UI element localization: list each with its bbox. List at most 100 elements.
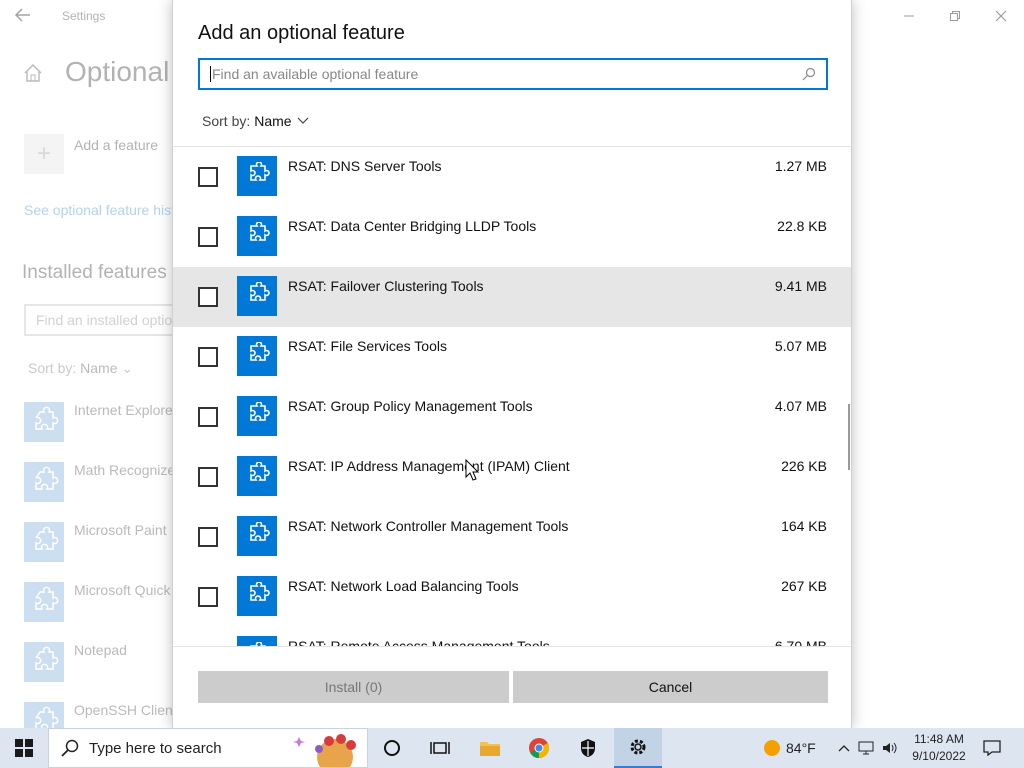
feature-history-link[interactable]: See optional feature hist	[24, 202, 175, 218]
list-scrollbar[interactable]	[848, 404, 850, 470]
taskbar-search-placeholder: Type here to search	[89, 739, 222, 757]
close-button[interactable]	[978, 4, 1024, 28]
notification-center-button[interactable]	[976, 728, 1008, 768]
feature-name: RSAT: Network Load Balancing Tools	[288, 578, 519, 594]
feature-row[interactable]: RSAT: Network Controller Management Tool…	[173, 507, 851, 567]
installed-features-heading: Installed features	[22, 262, 167, 283]
feature-search-box[interactable]	[198, 58, 828, 90]
feature-row[interactable]: RSAT: Remote Access Management Tools 6.70…	[173, 627, 851, 646]
network-icon[interactable]	[858, 741, 874, 755]
app-title: Settings	[62, 9, 106, 23]
puzzle-piece-icon	[237, 336, 277, 376]
feature-checkbox[interactable]	[198, 347, 218, 367]
sort-dropdown[interactable]: Sort by: Name	[202, 113, 310, 129]
installed-search-input[interactable]: Find an installed optio	[24, 304, 184, 336]
feature-row[interactable]: RSAT: DNS Server Tools 1.27 MB	[173, 147, 851, 207]
puzzle-piece-icon	[24, 642, 64, 682]
puzzle-piece-icon	[237, 396, 277, 436]
start-button[interactable]	[0, 728, 48, 768]
feature-row[interactable]: RSAT: File Services Tools 5.07 MB	[173, 327, 851, 387]
feature-size: 1.27 MB	[774, 158, 827, 174]
plus-icon: +	[36, 140, 51, 167]
folder-icon	[480, 742, 500, 756]
clock[interactable]: 11:48 AM 9/10/2022	[906, 731, 972, 765]
task-view-button[interactable]	[368, 728, 416, 768]
puzzle-piece-icon	[237, 156, 277, 196]
sort-value: Name	[80, 360, 118, 376]
install-button[interactable]: Install (0)	[198, 671, 509, 703]
footer-divider	[173, 646, 851, 647]
feature-size: 226 KB	[781, 458, 827, 474]
installed-feature-item[interactable]: Notepad	[24, 642, 174, 702]
file-explorer-button[interactable]	[466, 728, 514, 768]
add-feature-button[interactable]: +	[24, 134, 64, 174]
feature-name: RSAT: File Services Tools	[288, 338, 447, 354]
feature-row[interactable]: RSAT: Failover Clustering Tools 9.41 MB	[173, 267, 851, 327]
restore-icon	[950, 11, 960, 21]
chrome-icon	[529, 738, 550, 759]
feature-name: RSAT: IP Address Management (IPAM) Clien…	[288, 458, 570, 474]
installed-feature-item[interactable]: Microsoft Quick	[24, 582, 174, 642]
notification-icon	[983, 740, 1001, 756]
installed-feature-item[interactable]: Math Recognize	[24, 462, 176, 522]
installed-feature-name: Microsoft Paint	[74, 522, 167, 538]
chrome-button[interactable]	[515, 728, 563, 768]
puzzle-piece-icon	[24, 402, 64, 442]
puzzle-piece-icon	[237, 516, 277, 556]
feature-size: 6.70 MB	[774, 638, 827, 646]
home-icon[interactable]	[22, 62, 44, 84]
feature-search-input[interactable]	[212, 66, 802, 82]
puzzle-piece-icon	[24, 522, 64, 562]
installed-feature-item[interactable]: Microsoft Paint	[24, 522, 174, 582]
text-caret	[210, 66, 211, 82]
feature-checkbox[interactable]	[198, 167, 218, 187]
security-button[interactable]	[564, 728, 612, 768]
puzzle-piece-icon	[24, 462, 64, 502]
weather-temperature: 84°F	[786, 740, 816, 756]
gear-icon	[630, 739, 646, 755]
task-view-button-2[interactable]	[416, 728, 464, 768]
chevron-up-icon[interactable]	[838, 743, 850, 753]
feature-row[interactable]: RSAT: Group Policy Management Tools 4.07 …	[173, 387, 851, 447]
feature-checkbox[interactable]	[198, 467, 218, 487]
puzzle-piece-icon	[237, 216, 277, 256]
feature-checkbox[interactable]	[198, 587, 218, 607]
settings-taskbar-button[interactable]	[614, 728, 662, 768]
shield-icon	[581, 739, 595, 757]
taskbar-search-box[interactable]: Type here to search	[48, 728, 368, 768]
installed-feature-name: Math Recognize	[74, 462, 176, 478]
clock-time: 11:48 AM	[914, 732, 964, 746]
feature-name: RSAT: Data Center Bridging LLDP Tools	[288, 218, 537, 234]
feature-checkbox[interactable]	[198, 287, 218, 307]
system-tray	[838, 728, 898, 768]
feature-checkbox[interactable]	[198, 227, 218, 247]
minimize-icon	[904, 15, 914, 17]
feature-size: 5.07 MB	[774, 338, 827, 354]
restore-button[interactable]	[932, 4, 978, 28]
windows-logo-icon	[15, 739, 33, 757]
search-highlight-illustration-icon	[293, 734, 356, 767]
installed-feature-name: OpenSSH Client	[74, 702, 177, 718]
puzzle-piece-icon	[24, 582, 64, 622]
available-feature-list[interactable]: RSAT: DNS Server Tools 1.27 MB RSAT: Data …	[173, 147, 851, 646]
add-optional-feature-dialog: Add an optional feature Sort by: Name RS…	[172, 0, 852, 728]
add-feature-label[interactable]: Add a feature	[74, 137, 158, 153]
feature-size: 164 KB	[781, 518, 827, 534]
feature-checkbox[interactable]	[198, 527, 218, 547]
feature-size: 9.41 MB	[774, 278, 827, 294]
installed-feature-name: Internet Explore	[74, 402, 173, 418]
volume-icon[interactable]	[882, 741, 898, 755]
taskbar: Type here to search 84°F 11:48 AM 9/10/2…	[0, 728, 1024, 768]
weather-widget[interactable]: 84°F	[764, 728, 816, 768]
minimize-button[interactable]	[886, 4, 932, 28]
feature-checkbox[interactable]	[198, 407, 218, 427]
feature-row[interactable]: RSAT: Network Load Balancing Tools 267 KB	[173, 567, 851, 627]
feature-row[interactable]: RSAT: Data Center Bridging LLDP Tools 22.…	[173, 207, 851, 267]
feature-name: RSAT: Failover Clustering Tools	[288, 278, 484, 294]
back-arrow-icon[interactable]	[14, 6, 34, 26]
cancel-button[interactable]: Cancel	[513, 671, 828, 703]
puzzle-piece-icon	[237, 576, 277, 616]
feature-row[interactable]: RSAT: IP Address Management (IPAM) Clien…	[173, 447, 851, 507]
installed-feature-item[interactable]: Internet Explore	[24, 402, 174, 462]
installed-sort[interactable]: Sort by: Name ⌄	[28, 360, 133, 377]
